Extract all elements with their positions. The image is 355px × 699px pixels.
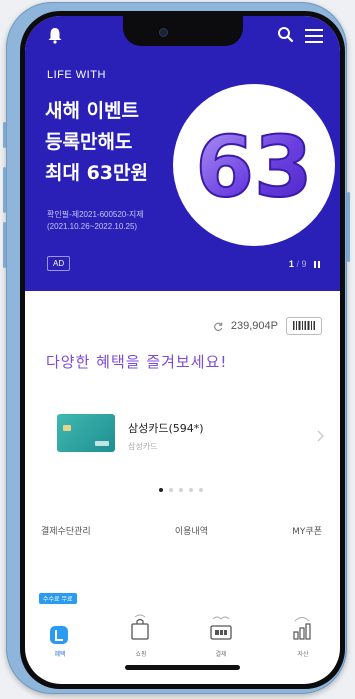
chevron-right-icon[interactable]	[317, 427, 324, 446]
front-camera	[159, 28, 168, 37]
ad-badge: AD	[47, 256, 71, 271]
tab-label: 결제	[215, 651, 227, 658]
pager-total: 9	[301, 259, 307, 269]
tab-asset[interactable]: 자산	[278, 596, 328, 658]
phone-frame: LIFE WITH 새해 이벤트 등록만해도 최대 63만원 확인필-제2021…	[3, 2, 350, 694]
refresh-icon[interactable]	[214, 316, 223, 335]
volume-down-button	[3, 222, 6, 268]
bell-icon[interactable]	[47, 26, 63, 48]
carousel-dot[interactable]	[179, 488, 183, 492]
tab-payment[interactable]: 결제	[196, 596, 246, 658]
volume-up-button	[3, 167, 6, 213]
headline-line: 새해 이벤트	[45, 100, 140, 122]
screen: LIFE WITH 새해 이벤트 등록만해도 최대 63만원 확인필-제2021…	[25, 16, 340, 684]
barcode-icon	[293, 321, 315, 330]
bottom-tab-bar: 혜택 쇼핑 결제 자산	[25, 596, 340, 661]
search-icon[interactable]	[277, 26, 294, 47]
screen-bezel: LIFE WITH 새해 이벤트 등록만해도 최대 63만원 확인필-제2021…	[20, 11, 345, 689]
balloon-number-graphic: 63	[195, 117, 314, 217]
points-value[interactable]: 239,904P	[231, 320, 278, 332]
card-image	[57, 414, 115, 452]
menu-my-coupon[interactable]: MY쿠폰	[292, 524, 322, 537]
carousel-indicator	[159, 488, 203, 492]
section-title: 다양한 혜택을 즐겨보세요!	[46, 353, 228, 371]
shopping-bag-icon	[129, 614, 151, 650]
payment-icon	[209, 614, 233, 650]
fine-print-line: 확인필-제2021-600520-지제	[47, 210, 144, 219]
tab-benefit[interactable]: 혜택	[35, 596, 85, 658]
carousel-dot[interactable]	[169, 488, 173, 492]
promo-banner[interactable]: LIFE WITH 새해 이벤트 등록만해도 최대 63만원 확인필-제2021…	[25, 16, 340, 291]
promo-number: 63	[196, 118, 313, 216]
headline-line: 등록만해도	[45, 131, 133, 153]
banner-headline: 새해 이벤트 등록만해도 최대 63만원	[45, 96, 185, 189]
tab-label: 쇼핑	[135, 651, 147, 658]
carousel-dot[interactable]	[159, 488, 163, 492]
pager-current: 1	[288, 259, 294, 269]
fine-print-line: (2021.10.26~2022.10.25)	[47, 222, 138, 231]
banner-pager: 1 / 9	[289, 259, 320, 270]
points-row: 239,904P	[214, 316, 322, 335]
promo-graphic: 63	[173, 84, 335, 246]
carousel-dot[interactable]	[189, 488, 193, 492]
brand-label: LIFE WITH	[47, 69, 106, 81]
barcode-button[interactable]	[286, 316, 322, 335]
home-indicator[interactable]	[125, 665, 240, 670]
banner-fine-print: 확인필-제2021-600520-지제 (2021.10.26~2022.10.…	[47, 209, 144, 233]
carousel-dot[interactable]	[199, 488, 203, 492]
tab-label: 혜택	[54, 651, 66, 658]
headline-line: 최대 63만원	[45, 162, 148, 184]
menu-history[interactable]: 이용내역	[175, 524, 208, 537]
tab-shopping[interactable]: 쇼핑	[116, 596, 166, 658]
asset-chart-icon	[291, 614, 313, 650]
quick-menu: 결제수단관리 이용내역 MY쿠폰	[25, 524, 340, 537]
card-issuer: 삼성카드	[128, 442, 158, 451]
tab-label: 자산	[297, 651, 309, 658]
benefit-icon	[48, 624, 70, 650]
card-name: 삼성카드(594*)	[128, 422, 204, 435]
menu-payment-methods[interactable]: 결제수단관리	[41, 524, 91, 537]
notch	[123, 16, 243, 46]
mute-switch	[3, 122, 6, 148]
pause-icon[interactable]	[314, 260, 320, 270]
menu-icon[interactable]	[305, 28, 323, 47]
power-button	[347, 192, 350, 262]
